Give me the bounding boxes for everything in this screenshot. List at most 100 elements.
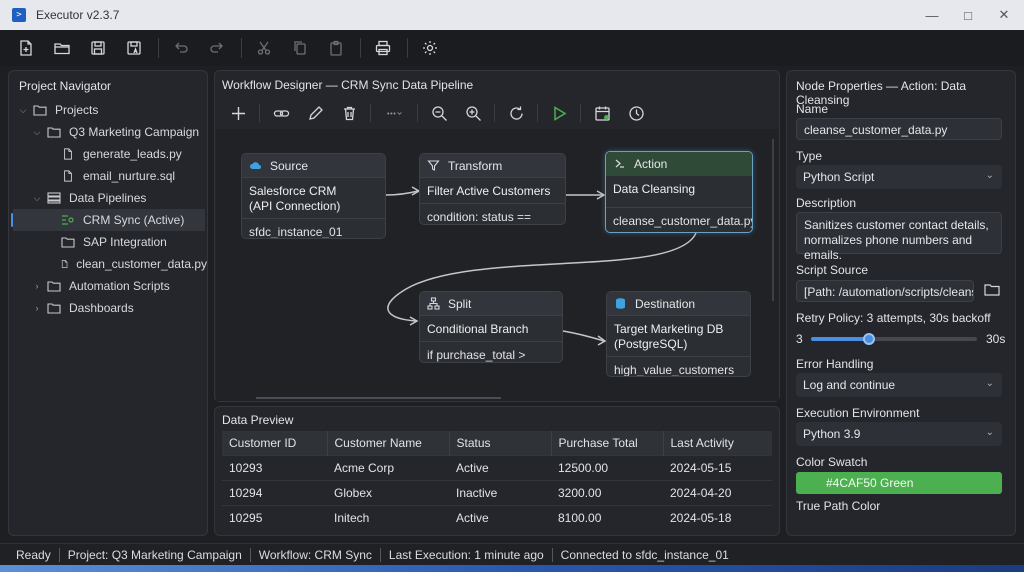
more-options-icon[interactable] bbox=[379, 100, 409, 126]
workflow-icon bbox=[62, 215, 74, 225]
cut-icon[interactable] bbox=[250, 34, 278, 62]
save-icon[interactable] bbox=[84, 34, 112, 62]
table-cell: 10294 bbox=[222, 480, 327, 506]
color-swatch[interactable]: #4CAF50 Green bbox=[796, 472, 1002, 494]
copy-icon[interactable] bbox=[286, 34, 314, 62]
tree-item-clean-customer-data[interactable]: clean_customer_data.py bbox=[61, 253, 207, 275]
table-cell: 10295 bbox=[222, 505, 327, 530]
description-field[interactable]: Sanitizes customer contact details, norm… bbox=[796, 212, 1002, 262]
run-play-icon[interactable] bbox=[546, 100, 572, 126]
chevron-down-icon[interactable]: ⌵ bbox=[17, 105, 29, 116]
chevron-right-icon[interactable]: › bbox=[31, 281, 43, 291]
type-select[interactable]: Python Script ⌄ bbox=[796, 165, 1002, 189]
tool-divider bbox=[580, 104, 581, 122]
table-cell: 10293 bbox=[222, 455, 327, 481]
cloud-icon bbox=[250, 162, 261, 169]
add-icon[interactable] bbox=[225, 100, 251, 126]
name-field[interactable]: cleanse_customer_data.py bbox=[796, 118, 1002, 140]
status-bar: Ready Project: Q3 Marketing Campaign Wor… bbox=[0, 543, 1024, 565]
column-header[interactable]: Customer Name bbox=[327, 431, 450, 456]
chevron-right-icon[interactable]: › bbox=[31, 303, 43, 313]
tree-item-q3-marketing-campaign[interactable]: ⌵ Q3 Marketing Campaign bbox=[31, 121, 207, 143]
minimize-button[interactable]: — bbox=[914, 0, 950, 30]
data-preview-table: Customer ID Customer Name Status Purchas… bbox=[222, 431, 772, 530]
settings-gear-icon[interactable] bbox=[416, 34, 444, 62]
tree-item-email-nurture[interactable]: email_nurture.sql bbox=[61, 165, 207, 187]
retry-slider[interactable] bbox=[811, 333, 977, 345]
undo-icon[interactable] bbox=[167, 34, 195, 62]
table-header-row: Customer ID Customer Name Status Purchas… bbox=[222, 431, 772, 456]
schedule-calendar-icon[interactable] bbox=[589, 100, 615, 126]
status-divider bbox=[249, 547, 251, 562]
save-as-icon[interactable] bbox=[120, 34, 148, 62]
column-header[interactable]: Status bbox=[449, 431, 552, 456]
retry-slider-thumb[interactable] bbox=[863, 333, 876, 345]
table-row[interactable]: 10295 Initech Active 8100.00 2024-05-18 bbox=[222, 505, 772, 530]
close-button[interactable]: ✕ bbox=[986, 0, 1022, 30]
history-clock-icon[interactable] bbox=[623, 100, 649, 126]
column-header[interactable]: Customer ID bbox=[222, 431, 328, 456]
table-cell: Acme Corp bbox=[327, 455, 449, 481]
browse-folder-icon[interactable] bbox=[984, 283, 1000, 297]
edit-pen-icon[interactable] bbox=[302, 100, 328, 126]
node-footer: sfdc_instance_01 bbox=[242, 218, 385, 238]
tree-item-sap-integration[interactable]: SAP Integration bbox=[61, 231, 207, 253]
tree-item-data-pipelines[interactable]: ⌵ Data Pipelines bbox=[31, 187, 207, 209]
column-header[interactable]: Purchase Total bbox=[551, 431, 664, 456]
chevron-down-icon[interactable]: ⌵ bbox=[31, 193, 43, 204]
tree-item-label: Dashboards bbox=[69, 301, 134, 315]
print-icon[interactable] bbox=[369, 34, 397, 62]
tree-item-dashboards[interactable]: › Dashboards bbox=[31, 297, 207, 319]
status-divider bbox=[58, 547, 60, 562]
chevron-down-icon: ⌄ bbox=[985, 170, 994, 181]
color-swatch-value: #4CAF50 Green bbox=[826, 476, 914, 490]
tree-item-label: SAP Integration bbox=[83, 235, 167, 249]
node-source[interactable]: Source Salesforce CRM (API Connection) s… bbox=[241, 153, 386, 239]
tree-item-crm-sync[interactable]: CRM Sync (Active) bbox=[13, 209, 205, 231]
refresh-icon[interactable] bbox=[503, 100, 529, 126]
link-icon[interactable] bbox=[268, 100, 294, 126]
table-cell: Initech bbox=[327, 505, 449, 530]
tree-item-automation-scripts[interactable]: › Automation Scripts bbox=[31, 275, 207, 297]
paste-icon[interactable] bbox=[322, 34, 350, 62]
node-transform[interactable]: Transform Filter Active Customers condit… bbox=[419, 153, 566, 225]
filter-icon bbox=[427, 160, 440, 171]
node-destination[interactable]: Destination Target Marketing DB (Postgre… bbox=[606, 291, 751, 377]
chevron-down-icon: ⌄ bbox=[985, 427, 994, 438]
node-action[interactable]: Action Data Cleansing cleanse_customer_d… bbox=[605, 151, 753, 233]
open-folder-icon[interactable] bbox=[48, 34, 76, 62]
redo-icon[interactable] bbox=[203, 34, 231, 62]
zoom-out-icon[interactable] bbox=[426, 100, 452, 126]
folder-icon bbox=[47, 281, 61, 292]
designer-title: Workflow Designer — CRM Sync Data Pipeli… bbox=[222, 78, 474, 92]
execution-environment-label: Execution Environment bbox=[796, 406, 920, 420]
execution-environment-value: Python 3.9 bbox=[803, 427, 861, 441]
desktop-wallpaper-strip bbox=[0, 565, 1024, 572]
column-header[interactable]: Last Activity bbox=[663, 431, 772, 456]
color-swatch-label: Color Swatch bbox=[796, 455, 868, 469]
status-connection: Connected to sfdc_instance_01 bbox=[560, 547, 729, 562]
folder-icon bbox=[47, 127, 61, 138]
node-split[interactable]: Split Conditional Branch if purchase_tot… bbox=[419, 291, 563, 363]
error-handling-select[interactable]: Log and continue ⌄ bbox=[796, 373, 1002, 397]
error-handling-value: Log and continue bbox=[803, 378, 896, 392]
new-file-icon[interactable] bbox=[12, 34, 40, 62]
maximize-button[interactable]: □ bbox=[950, 0, 986, 30]
zoom-in-icon[interactable] bbox=[460, 100, 486, 126]
execution-environment-select[interactable]: Python 3.9 ⌄ bbox=[796, 422, 1002, 446]
status-last-execution: Last Execution: 1 minute ago bbox=[388, 547, 544, 562]
script-source-field[interactable]: [Path: /automation/scripts/cleanse_c bbox=[796, 280, 974, 302]
workflow-canvas[interactable]: Source Salesforce CRM (API Connection) s… bbox=[216, 129, 779, 401]
table-cell: 2024-05-15 bbox=[663, 455, 772, 481]
workflow-designer-panel: Workflow Designer — CRM Sync Data Pipeli… bbox=[214, 70, 780, 402]
tree-item-projects[interactable]: ⌵ Projects bbox=[17, 99, 207, 121]
table-row[interactable]: 10293 Acme Corp Active 12500.00 2024-05-… bbox=[222, 455, 772, 481]
toolbar-divider bbox=[158, 38, 159, 58]
table-row[interactable]: 10294 Globex Inactive 3200.00 2024-04-20 bbox=[222, 480, 772, 506]
tree-item-label: Data Pipelines bbox=[69, 191, 147, 205]
tree-item-generate-leads[interactable]: generate_leads.py bbox=[61, 143, 207, 165]
toolbar-divider bbox=[407, 38, 408, 58]
node-header: Action bbox=[634, 156, 668, 171]
delete-trash-icon[interactable] bbox=[336, 100, 362, 126]
chevron-down-icon[interactable]: ⌵ bbox=[31, 127, 43, 138]
